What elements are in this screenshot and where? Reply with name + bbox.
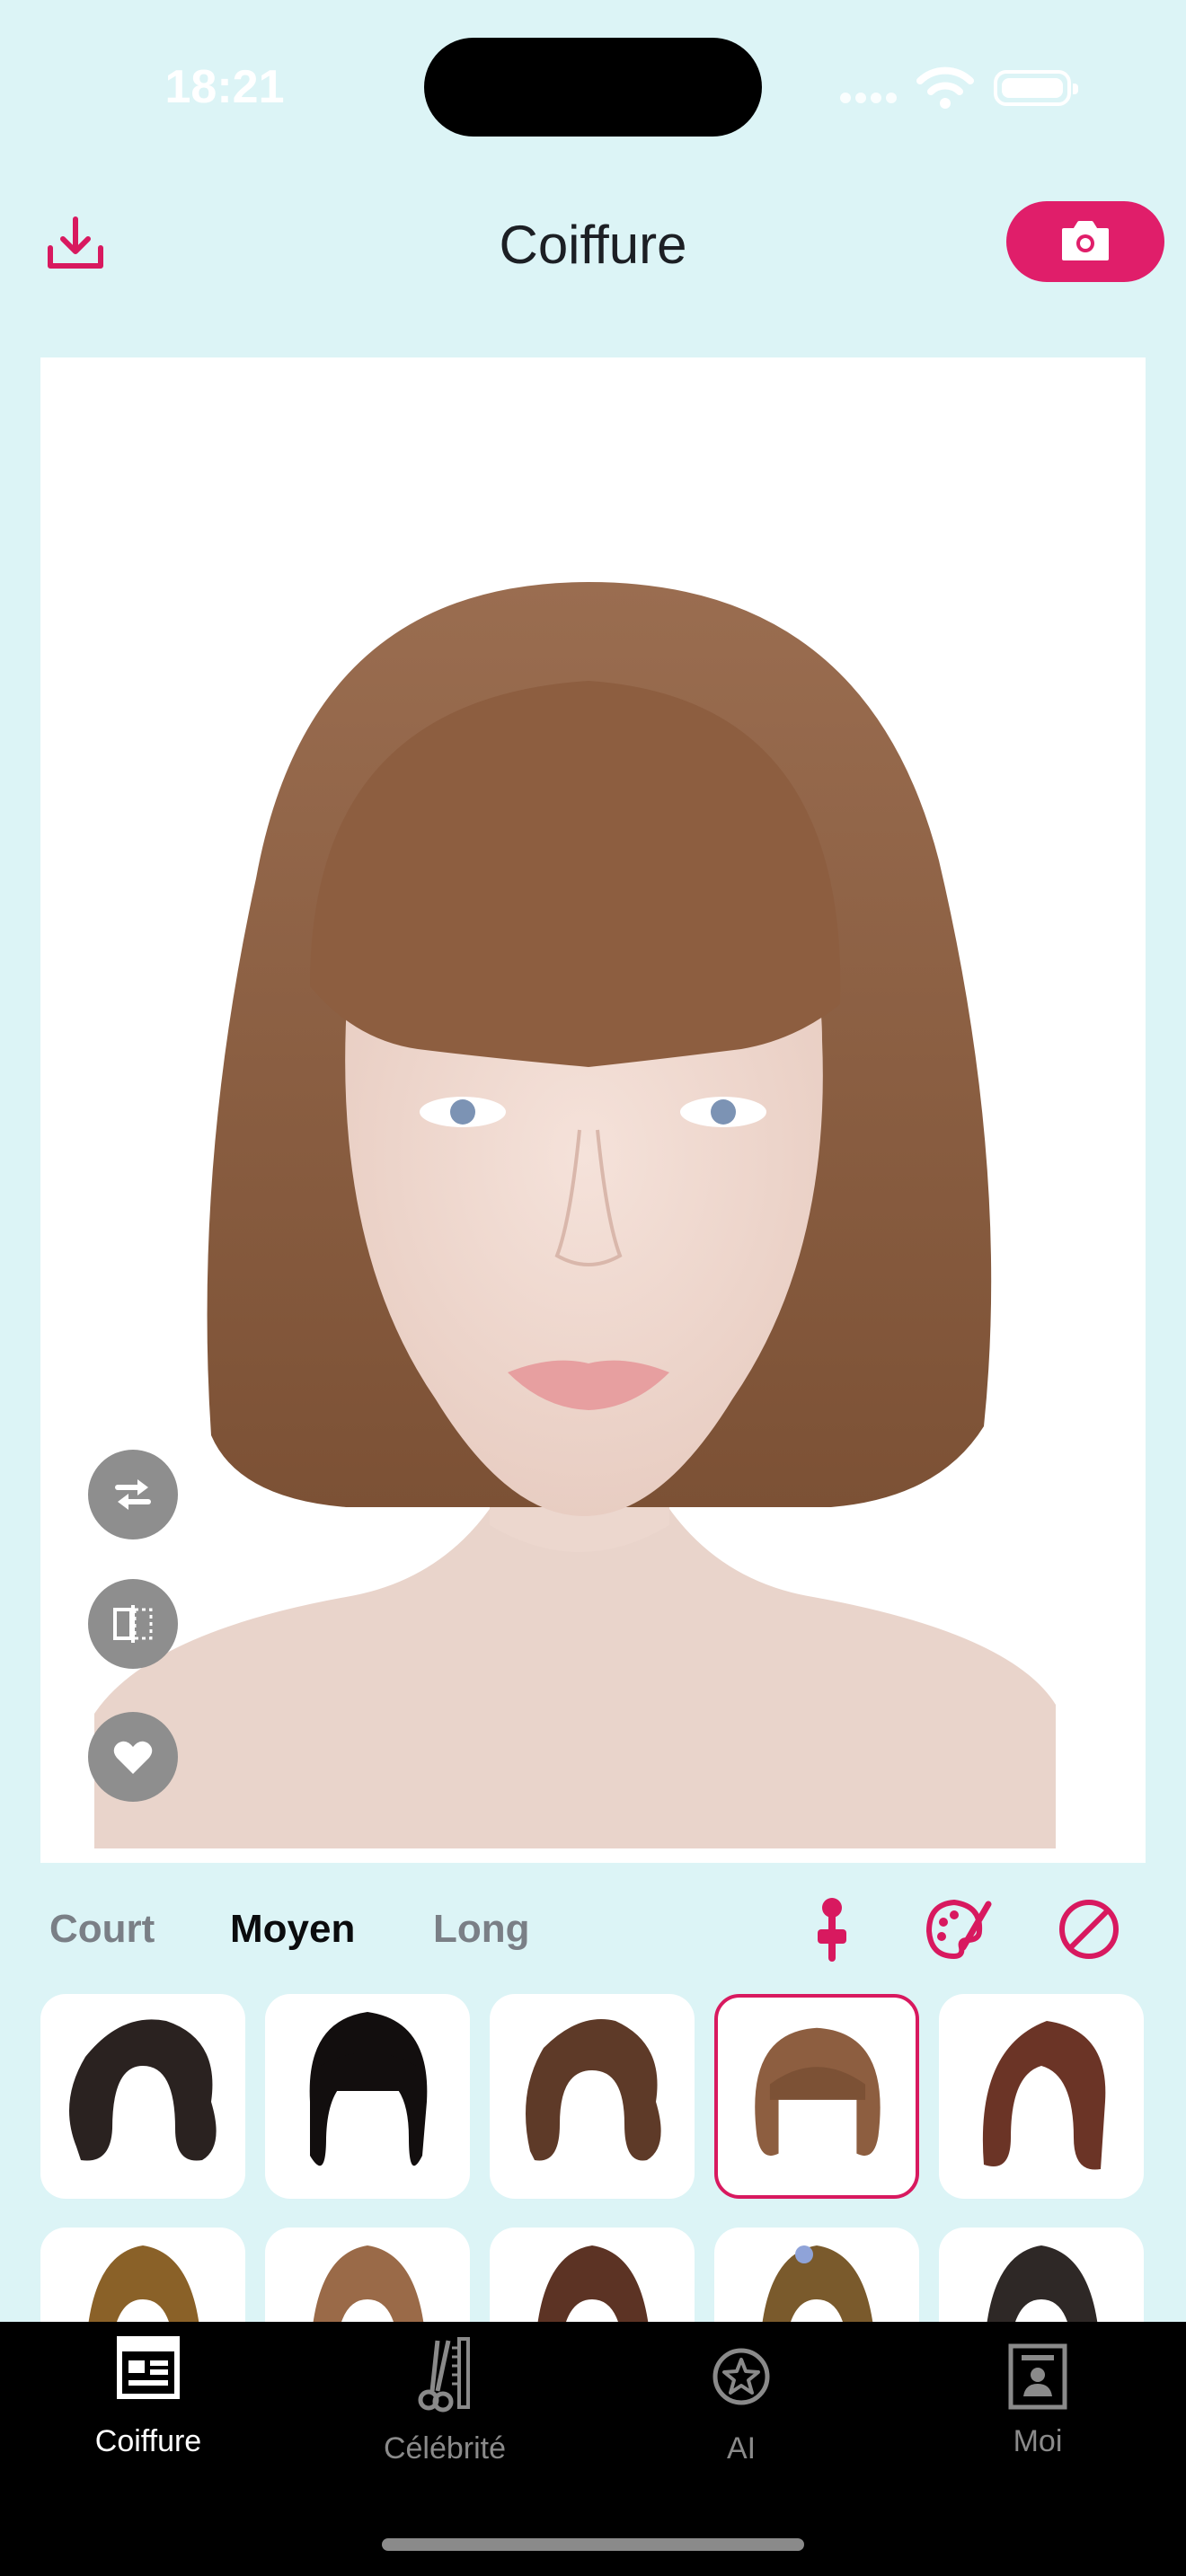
tab-moi[interactable]: Moi — [930, 2335, 1146, 2479]
none-icon — [1059, 1900, 1119, 1959]
palette-icon — [925, 1899, 992, 1960]
tab-label: Moi — [1013, 2424, 1063, 2458]
hairstyle-thumbnail-selected[interactable] — [714, 1994, 919, 2199]
category-tab-long[interactable]: Long — [433, 1893, 530, 1965]
hairstyle-brown-waves-image — [526, 2019, 661, 2161]
hairstyle-thumbnail[interactable] — [939, 1994, 1144, 2199]
cellular-signal-icon — [840, 92, 903, 106]
favorite-button[interactable] — [88, 1712, 178, 1802]
tab-celebrite[interactable]: Célébrité — [337, 2335, 553, 2479]
scissors-comb-icon — [418, 2337, 470, 2413]
tab-label: Coiffure — [94, 2424, 202, 2458]
star-badge-icon — [712, 2348, 770, 2405]
home-indicator[interactable] — [382, 2538, 804, 2551]
tab-label: Célébrité — [383, 2431, 507, 2466]
swap-icon — [115, 1479, 151, 1510]
page-title: Coiffure — [499, 215, 687, 275]
hairstyle-bob-bangs-image — [755, 2027, 881, 2157]
download-button[interactable] — [43, 212, 108, 277]
position-pin-icon — [818, 1898, 846, 1962]
compare-button[interactable] — [88, 1579, 178, 1669]
hairstyle-curly-dark-image — [69, 2019, 217, 2161]
color-palette-button[interactable] — [924, 1895, 992, 1963]
wifi-icon — [916, 65, 974, 110]
tab-coiffure[interactable]: Coiffure — [40, 2335, 256, 2479]
model-portrait-image — [94, 582, 1056, 1848]
hairstyle-black-bangs-image — [309, 2012, 428, 2166]
tab-ai[interactable]: AI — [633, 2335, 849, 2479]
download-icon — [48, 216, 103, 269]
swap-button[interactable] — [88, 1450, 178, 1539]
tab-label: AI — [726, 2431, 757, 2466]
layout-icon — [117, 2336, 180, 2399]
hairstyle-thumbnail[interactable] — [40, 1994, 245, 2199]
position-button[interactable] — [798, 1895, 866, 1963]
battery-icon — [994, 70, 1078, 106]
hairstyle-thumbnail[interactable] — [265, 1994, 470, 2199]
category-tab-moyen[interactable]: Moyen — [230, 1893, 355, 1965]
hairstyle-thumbnail[interactable] — [490, 1994, 695, 2199]
dynamic-island — [424, 38, 762, 137]
favorite-icon — [113, 1741, 153, 1774]
camera-icon — [1062, 221, 1109, 260]
camera-button[interactable] — [1006, 201, 1164, 282]
clear-style-button[interactable] — [1055, 1895, 1123, 1963]
status-time: 18:21 — [164, 61, 285, 113]
compare-icon — [113, 1605, 153, 1643]
profile-card-icon — [1008, 2343, 1067, 2410]
hairstyle-preview-photo[interactable] — [40, 357, 1146, 1863]
hairstyle-auburn-bob-image — [982, 2021, 1106, 2170]
category-tab-court[interactable]: Court — [49, 1893, 155, 1965]
